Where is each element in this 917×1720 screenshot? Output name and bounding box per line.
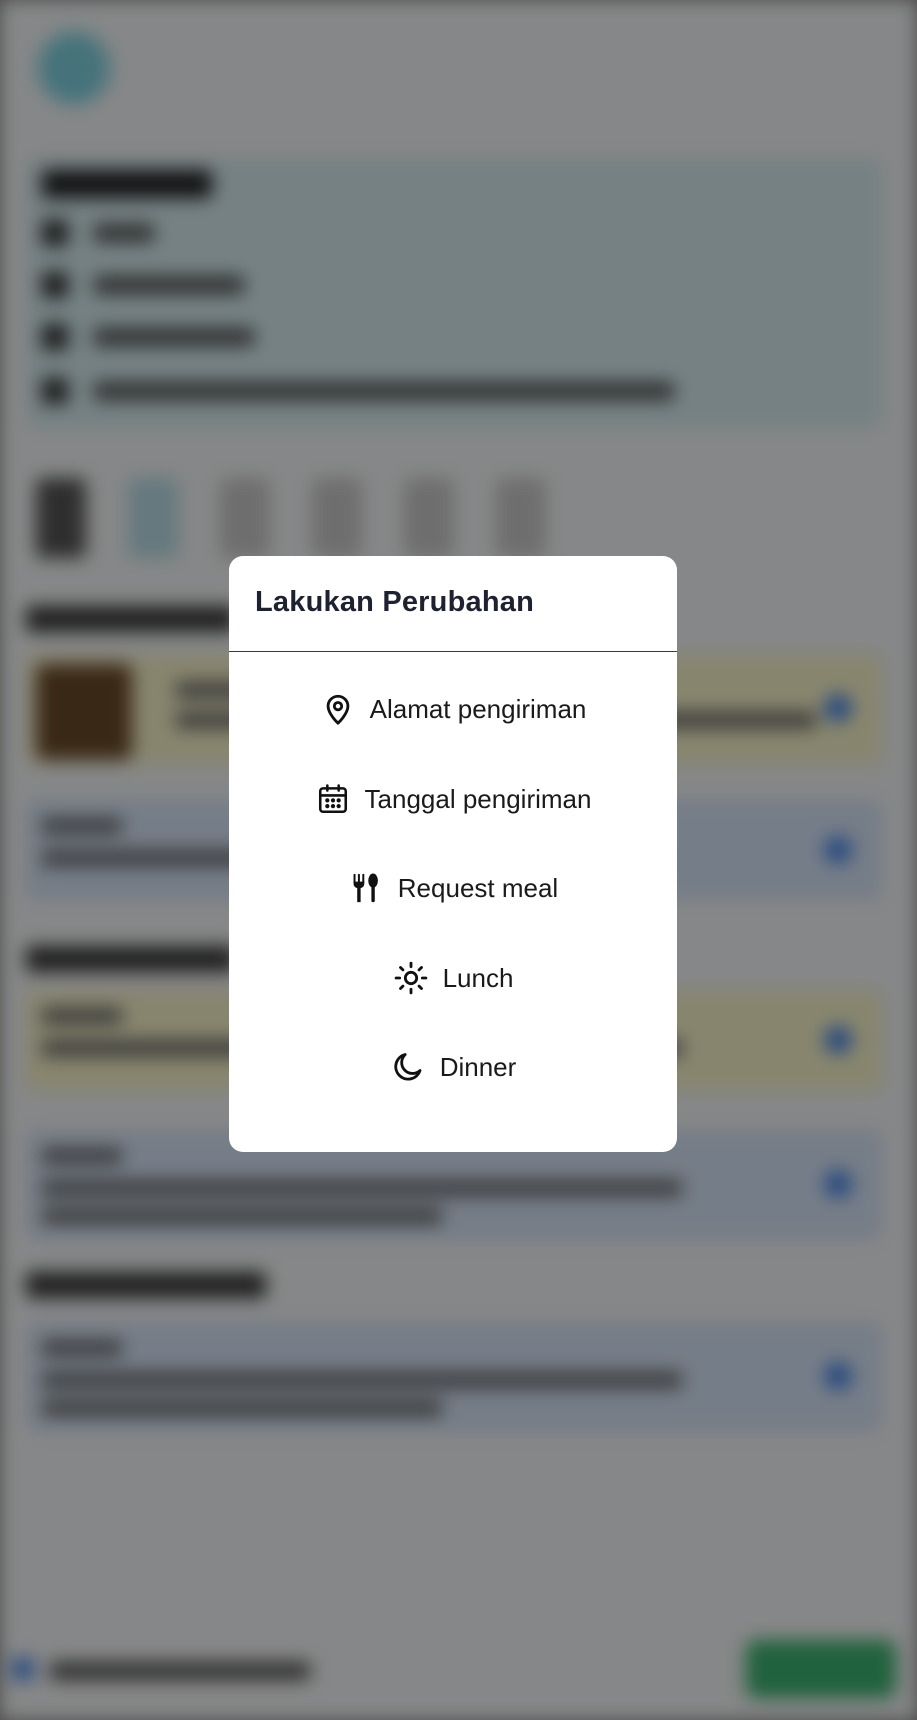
- sun-icon: [393, 960, 429, 996]
- menu-item-lunch[interactable]: Lunch: [229, 943, 677, 1013]
- modal-header: Lakukan Perubahan: [229, 556, 677, 652]
- menu-item-label: Dinner: [439, 1051, 517, 1082]
- menu-item-label: Request meal: [397, 872, 559, 903]
- fork-spoon-icon: [348, 870, 384, 906]
- menu-item-delivery-date[interactable]: Tanggal pengiriman: [229, 764, 677, 834]
- moon-icon: [390, 1049, 426, 1085]
- menu-item-label: Alamat pengiriman: [369, 693, 587, 724]
- modal-title: Lakukan Perubahan: [255, 586, 534, 618]
- menu-item-request-meal[interactable]: Request meal: [229, 853, 677, 923]
- menu-item-label: Tanggal pengiriman: [364, 783, 592, 814]
- map-pin-icon: [320, 691, 356, 727]
- calendar-icon: [315, 781, 351, 817]
- menu-item-dinner[interactable]: Dinner: [229, 1032, 677, 1102]
- menu-item-label: Lunch: [442, 962, 514, 993]
- menu-item-delivery-address[interactable]: Alamat pengiriman: [229, 674, 677, 744]
- change-options-modal: Lakukan Perubahan Alamat pengiriman Tang…: [229, 556, 677, 1152]
